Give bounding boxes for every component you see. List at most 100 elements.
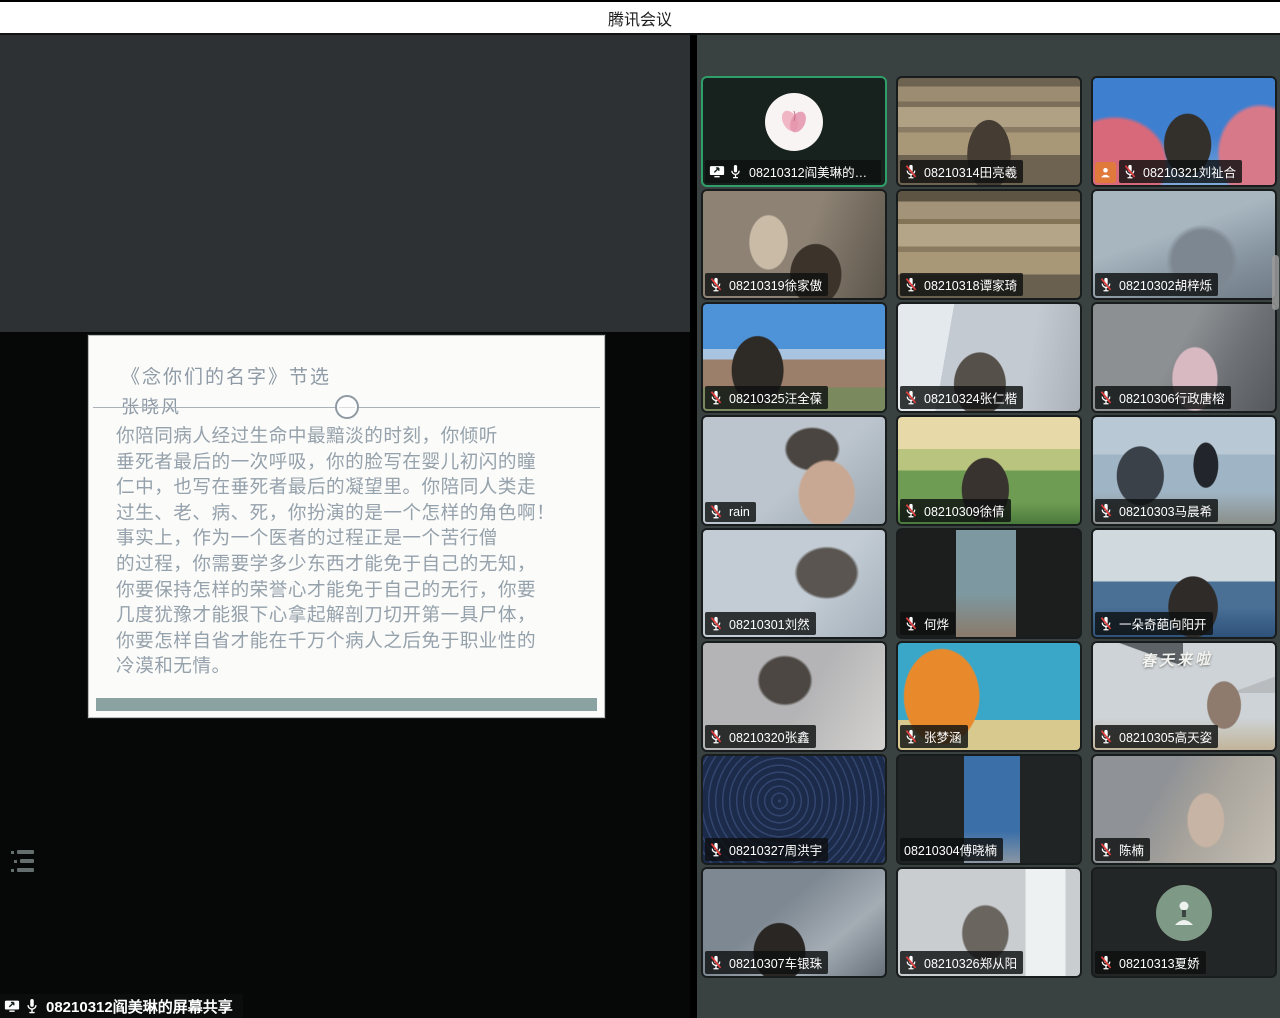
slide-footer-bar <box>96 698 597 711</box>
mic-muted-icon <box>904 164 920 180</box>
participant-name: 08210312阎美琳的屏... <box>749 162 875 181</box>
participant-name-bar: 一朵奇葩向阳开 <box>1095 612 1213 635</box>
participant-tile-08210314[interactable]: 08210314田亮羲 <box>898 78 1080 185</box>
participant-tile-rain[interactable]: rain <box>703 417 885 524</box>
participant-tile-08210327[interactable]: 08210327周洪宇 <box>703 756 885 863</box>
participant-name: 08210319徐家傲 <box>729 275 822 294</box>
person-avatar <box>1156 885 1212 941</box>
mic-muted-icon <box>1099 842 1115 858</box>
participant-tile-08210313[interactable]: 08210313夏娇 <box>1093 869 1275 976</box>
screen-share-view: 《念你们的名字》节选 张晓风 你陪同病人经过生命中最黯淡的时刻，你倾听垂死者最后… <box>0 35 690 1018</box>
presenter-pointer-ring <box>335 395 359 419</box>
participant-name-bar: 08210318谭家琦 <box>900 273 1023 296</box>
slide-body-line: 过生、老、病、死，你扮演的是一个怎样的角色啊！ <box>116 501 594 527</box>
participant-tile-08210312[interactable]: 08210312阎美琳的屏... <box>703 78 885 185</box>
participant-tile-chennan[interactable]: 陈楠 <box>1093 756 1275 863</box>
participant-name: 08210324张仁楷 <box>924 388 1017 407</box>
participant-tile-08210303[interactable]: 08210303马晨希 <box>1093 417 1275 524</box>
participant-name-bar: 08210307车银珠 <box>705 951 828 974</box>
participant-tile-08210321[interactable]: 08210321刘祉合 <box>1093 78 1275 185</box>
participant-name-bar: 08210304傅晓楠 <box>900 838 1003 861</box>
mic-muted-icon <box>1099 955 1115 971</box>
participant-tile-yiduoqipa[interactable]: 一朵奇葩向阳开 <box>1093 530 1275 637</box>
mic-muted-icon <box>709 729 725 745</box>
heart-avatar <box>765 93 823 151</box>
participant-name: 08210325汪全葆 <box>729 388 822 407</box>
participant-name: 08210303马晨希 <box>1119 501 1212 520</box>
slide-body-text: 你陪同病人经过生命中最黯淡的时刻，你倾听垂死者最后的一次呼吸，你的脸写在婴儿初闪… <box>116 424 594 680</box>
shared-screen-background <box>0 35 690 332</box>
slide-body-line: 你陪同病人经过生命中最黯淡的时刻，你倾听 <box>116 424 594 450</box>
mic-muted-icon <box>1123 164 1139 180</box>
participant-name-bar: 何烨 <box>900 612 955 635</box>
slide-body-line: 垂死者最后的一次呼吸，你的脸写在婴儿初闪的瞳 <box>116 450 594 476</box>
mic-muted-icon <box>709 390 725 406</box>
participant-name: 陈楠 <box>1119 840 1144 859</box>
participant-tile-08210305[interactable]: 春天来啦 <box>1093 643 1275 750</box>
participant-name-bar: 08210319徐家傲 <box>705 273 828 296</box>
participant-tile-08210320[interactable]: 08210320张鑫 <box>703 643 885 750</box>
participant-tile-08210318[interactable]: 08210318谭家琦 <box>898 191 1080 298</box>
slide-body-line: 冷漠和无情。 <box>116 654 594 680</box>
mic-muted-icon <box>1099 277 1115 293</box>
participant-name: 08210302胡梓烁 <box>1119 275 1212 294</box>
participant-tile-08210304[interactable]: 08210304傅晓楠 <box>898 756 1080 863</box>
window-title-bar: 腾讯会议 <box>0 0 1280 35</box>
participant-tile-08210324[interactable]: 08210324张仁楷 <box>898 304 1080 411</box>
participant-name: 08210318谭家琦 <box>924 275 1017 294</box>
participant-name-bar: 08210313夏娇 <box>1095 951 1206 974</box>
mic-muted-icon <box>709 277 725 293</box>
participant-name: 08210313夏娇 <box>1119 953 1200 972</box>
mic-on-icon <box>729 164 745 180</box>
participant-tile-08210325[interactable]: 08210325汪全葆 <box>703 304 885 411</box>
participant-tile-08210307[interactable]: 08210307车银珠 <box>703 869 885 976</box>
slide-body-line: 的过程，你需要学多少东西才能免于自己的无知， <box>116 552 594 578</box>
participant-name-bar: 张梦涵 <box>900 725 968 748</box>
participant-name: 08210320张鑫 <box>729 727 810 746</box>
app-title: 腾讯会议 <box>608 6 672 30</box>
participant-name-bar: 08210302胡梓烁 <box>1095 273 1218 296</box>
participant-name: 一朵奇葩向阳开 <box>1119 614 1207 633</box>
mic-muted-icon <box>904 955 920 971</box>
grid-scrollbar-thumb[interactable] <box>1272 255 1279 310</box>
participant-tile-08210309[interactable]: 08210309徐倩 <box>898 417 1080 524</box>
slide-title: 《念你们的名字》节选 <box>121 362 331 389</box>
screen-share-icon <box>709 164 725 180</box>
list-toggle-icon[interactable] <box>8 845 40 881</box>
participant-tile-08210301[interactable]: 08210301刘然 <box>703 530 885 637</box>
participant-tile-08210319[interactable]: 08210319徐家傲 <box>703 191 885 298</box>
participant-name: 08210326郑从阳 <box>924 953 1017 972</box>
participant-name-bar: 08210312阎美琳的屏... <box>705 160 881 183</box>
participant-tile-heye[interactable]: 何烨 <box>898 530 1080 637</box>
slide-body-line: 仁中，也写在垂死者最后的凝望里。你陪同人类走 <box>116 475 594 501</box>
mic-muted-icon <box>709 955 725 971</box>
screen-share-icon <box>4 998 20 1014</box>
participant-name: 08210307车银珠 <box>729 953 822 972</box>
participant-tile-zhangmenghan[interactable]: 张梦涵 <box>898 643 1080 750</box>
mic-muted-icon <box>709 504 725 520</box>
mic-muted-icon <box>1099 503 1115 519</box>
mic-muted-icon <box>904 616 920 632</box>
participant-tile-08210302[interactable]: 08210302胡梓烁 <box>1093 191 1275 298</box>
participant-name: 08210304傅晓楠 <box>904 840 997 859</box>
participant-name-bar: 08210326郑从阳 <box>900 951 1023 974</box>
participant-name-bar: 08210320张鑫 <box>705 725 816 748</box>
participant-name-bar: 08210301刘然 <box>705 612 816 635</box>
slide-body-line: 事实上，作为一个医者的过程正是一个苦行僧 <box>116 526 594 552</box>
participant-name: 08210301刘然 <box>729 614 810 633</box>
slide-author: 张晓风 <box>121 393 181 419</box>
tile-overlay-text: 春天来啦 <box>1093 646 1261 673</box>
participant-name: 张梦涵 <box>924 727 962 746</box>
participant-name-bar: 08210324张仁楷 <box>900 386 1023 409</box>
member-badge-icon <box>1095 162 1116 183</box>
participant-name-bar: 08210325汪全葆 <box>705 386 828 409</box>
participant-name: 08210309徐倩 <box>924 501 1005 520</box>
mic-muted-icon <box>709 616 725 632</box>
mic-muted-icon <box>904 729 920 745</box>
mic-muted-icon <box>1099 729 1115 745</box>
shared-slide: 《念你们的名字》节选 张晓风 你陪同病人经过生命中最黯淡的时刻，你倾听垂死者最后… <box>88 335 605 718</box>
participant-name-bar: 08210309徐倩 <box>900 499 1011 522</box>
participant-tile-08210326[interactable]: 08210326郑从阳 <box>898 869 1080 976</box>
participant-tile-08210306[interactable]: 08210306行政唐榕 <box>1093 304 1275 411</box>
participant-name-bar: 08210303马晨希 <box>1095 499 1218 522</box>
